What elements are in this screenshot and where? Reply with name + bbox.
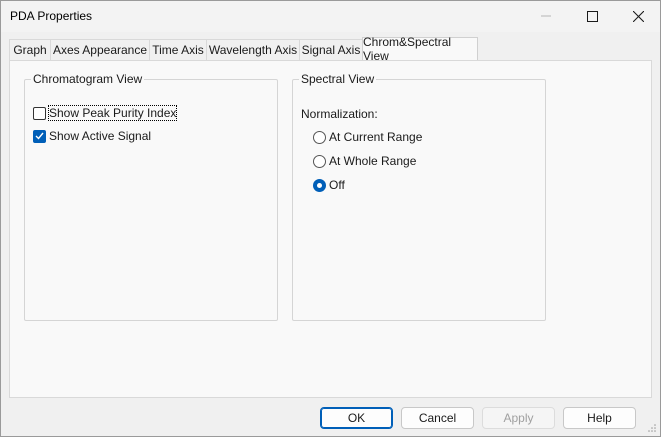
show-peak-purity-index-checkbox[interactable]: Show Peak Purity Index xyxy=(33,104,178,122)
checkmark-icon xyxy=(35,132,44,140)
checkbox-checked-icon[interactable] xyxy=(33,129,46,143)
normalization-label: Normalization: xyxy=(301,107,378,121)
window-title: PDA Properties xyxy=(10,9,93,23)
tab-graph[interactable]: Graph xyxy=(9,39,51,60)
normalization-at-current-range-radio[interactable]: At Current Range xyxy=(313,128,422,146)
title-bar: PDA Properties xyxy=(1,1,660,32)
apply-button[interactable]: Apply xyxy=(482,407,555,429)
at-current-range-label: At Current Range xyxy=(329,130,423,144)
pda-properties-dialog: PDA Properties Graph Axes Appearance Tim… xyxy=(0,0,661,437)
cancel-button[interactable]: Cancel xyxy=(401,407,474,429)
at-whole-range-label: At Whole Range xyxy=(329,154,417,168)
show-peak-purity-index-label: Show Peak Purity Index xyxy=(47,105,178,121)
minimize-icon xyxy=(541,15,551,17)
tab-signal-axis[interactable]: Signal Axis xyxy=(299,39,363,60)
normalization-at-whole-range-radio[interactable]: At Whole Range xyxy=(313,152,416,170)
show-active-signal-label: Show Active Signal xyxy=(49,129,152,143)
tab-axes-appearance[interactable]: Axes Appearance xyxy=(50,39,150,60)
tab-wavelength-axis[interactable]: Wavelength Axis xyxy=(206,39,300,60)
help-button[interactable]: Help xyxy=(563,407,636,429)
close-button[interactable] xyxy=(615,1,661,31)
show-active-signal-checkbox[interactable]: Show Active Signal xyxy=(33,127,151,145)
spectral-view-group: Spectral View Normalization: At Current … xyxy=(292,72,546,321)
resize-grip-icon[interactable] xyxy=(647,423,657,433)
checkbox-unchecked-icon[interactable] xyxy=(33,106,46,120)
tab-time-axis[interactable]: Time Axis xyxy=(149,39,207,60)
tab-panel: Chromatogram View Show Peak Purity Index… xyxy=(9,60,652,398)
close-icon xyxy=(632,10,644,22)
radio-unselected-icon[interactable] xyxy=(313,130,326,144)
tab-chrom-spectral-view[interactable]: Chrom&Spectral View xyxy=(362,35,478,63)
spectral-view-title: Spectral View xyxy=(299,72,377,86)
chromatogram-view-title: Chromatogram View xyxy=(31,72,145,86)
chromatogram-view-group: Chromatogram View Show Peak Purity Index… xyxy=(24,72,278,321)
normalization-off-radio[interactable]: Off xyxy=(313,176,345,194)
radio-selected-icon[interactable] xyxy=(313,178,326,192)
ok-button[interactable]: OK xyxy=(320,407,393,429)
maximize-button[interactable] xyxy=(569,1,615,31)
maximize-icon xyxy=(586,10,598,22)
radio-unselected-icon[interactable] xyxy=(313,154,326,168)
off-label: Off xyxy=(329,178,345,192)
minimize-button xyxy=(523,1,569,31)
